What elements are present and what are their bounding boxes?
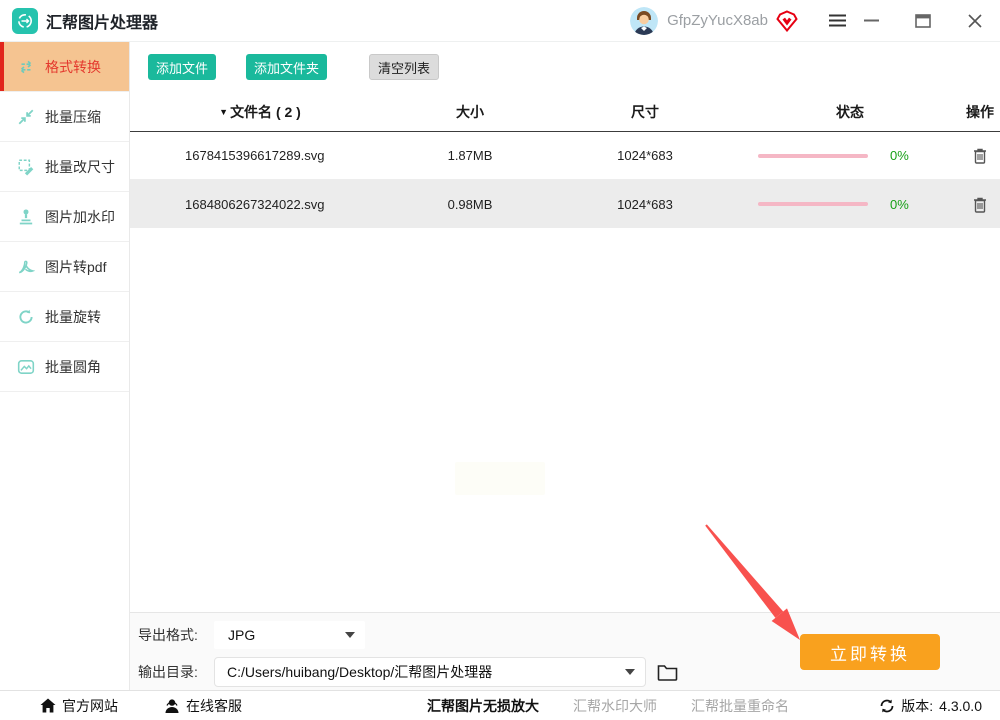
customer-service-icon xyxy=(164,698,180,714)
column-header-dimensions: 尺寸 xyxy=(631,103,659,120)
rounded-corner-icon xyxy=(17,358,35,376)
file-status: 0% xyxy=(740,148,960,163)
online-support-link[interactable]: 在线客服 xyxy=(164,696,242,716)
progress-bar xyxy=(758,153,868,158)
export-panel: 导出格式: JPG 输出目录: C:/Users/huibang/Desktop… xyxy=(130,612,1000,690)
maximize-button[interactable] xyxy=(906,6,940,36)
output-dir-label: 输出目录: xyxy=(138,664,198,680)
table-row: 1684806267324022.svg 0.98MB 1024*683 0% xyxy=(130,180,1000,228)
batch-compress-icon xyxy=(17,108,35,126)
sidebar-item-add-watermark[interactable]: 图片加水印 xyxy=(0,192,129,242)
browse-folder-icon[interactable] xyxy=(657,664,678,681)
convert-now-button[interactable]: 立即转换 xyxy=(800,634,940,670)
link-batch-rename[interactable]: 汇帮批量重命名 xyxy=(691,696,789,716)
rotate-icon xyxy=(17,308,35,326)
clear-list-button[interactable]: 清空列表 xyxy=(369,54,440,80)
app-title: 汇帮图片处理器 xyxy=(46,14,159,32)
column-header-status: 状态 xyxy=(836,103,864,120)
link-watermark-master[interactable]: 汇帮水印大师 xyxy=(573,696,657,716)
batch-resize-icon xyxy=(17,158,35,176)
link-lossless-upscale[interactable]: 汇帮图片无损放大 xyxy=(427,696,539,716)
chevron-down-icon xyxy=(345,632,355,638)
output-dir-select[interactable]: C:/Users/huibang/Desktop/汇帮图片处理器 xyxy=(214,657,646,687)
sort-desc-icon[interactable]: ▼ xyxy=(219,107,228,117)
export-format-value: JPG xyxy=(228,627,256,643)
sidebar-item-label: 批量压缩 xyxy=(45,108,101,125)
version-info: 版本: 4.3.0.0 xyxy=(879,696,982,716)
sidebar-item-label: 批量旋转 xyxy=(45,308,101,325)
file-status: 0% xyxy=(740,197,960,212)
export-format-select[interactable]: JPG xyxy=(214,621,365,649)
file-name: 1678415396617289.svg xyxy=(185,148,325,163)
vip-badge-icon[interactable] xyxy=(776,9,798,32)
progress-percent: 0% xyxy=(890,148,909,163)
column-header-size: 大小 xyxy=(456,103,484,120)
progress-percent: 0% xyxy=(890,196,909,212)
column-header-filename[interactable]: ▼ 文件名 ( 2 ) xyxy=(130,102,390,122)
sidebar-item-batch-resize[interactable]: 批量改尺寸 xyxy=(0,142,129,192)
version-value: 4.3.0.0 xyxy=(939,697,982,714)
sidebar-item-batch-rotate[interactable]: 批量旋转 xyxy=(0,292,129,342)
column-header-action: 操作 xyxy=(966,103,994,120)
delete-row-icon[interactable] xyxy=(972,196,988,213)
sidebar-item-label: 格式转换 xyxy=(45,58,101,75)
version-label: 版本: xyxy=(901,697,934,714)
chevron-down-icon xyxy=(625,669,635,675)
file-size: 0.98MB xyxy=(447,196,493,212)
fading-toast xyxy=(455,462,545,495)
app-logo-icon xyxy=(12,7,38,34)
sidebar-item-label: 图片转pdf xyxy=(45,258,107,275)
format-convert-icon xyxy=(17,58,35,76)
update-refresh-icon[interactable] xyxy=(879,698,895,714)
sidebar-item-image-to-pdf[interactable]: 图片转pdf xyxy=(0,242,129,292)
watermark-icon xyxy=(17,208,35,226)
user-avatar[interactable] xyxy=(630,6,659,35)
sidebar: 格式转换 批量压缩 批量改尺寸 图片加水印 图片转pdf 批量旋转 批量圆角 xyxy=(0,42,130,690)
main-panel: 添加文件 添加文件夹 清空列表 ▼ 文件名 ( 2 ) 大小 尺寸 状态 操作 … xyxy=(130,42,1000,612)
home-icon xyxy=(40,698,56,713)
minimize-button[interactable] xyxy=(854,6,888,36)
add-folder-button[interactable]: 添加文件夹 xyxy=(246,54,328,80)
title-bar: 汇帮图片处理器 GfpZyYucX8ab xyxy=(0,0,1000,42)
sidebar-item-label: 图片加水印 xyxy=(45,208,115,225)
toolbar: 添加文件 添加文件夹 清空列表 xyxy=(130,42,1000,92)
table-row: 1678415396617289.svg 1.87MB 1024*683 0% xyxy=(130,132,1000,180)
sidebar-item-label: 批量圆角 xyxy=(45,358,101,375)
file-size: 1.87MB xyxy=(447,148,493,163)
close-button[interactable] xyxy=(958,6,992,36)
pdf-icon xyxy=(17,258,35,276)
table-header: ▼ 文件名 ( 2 ) 大小 尺寸 状态 操作 xyxy=(130,92,1000,132)
export-format-label: 导出格式: xyxy=(138,627,198,643)
file-dimensions: 1024*683 xyxy=(617,196,673,212)
progress-bar xyxy=(758,202,868,206)
output-dir-value: C:/Users/huibang/Desktop/汇帮图片处理器 xyxy=(227,664,493,680)
status-bar: 官方网站 在线客服 汇帮图片无损放大 汇帮水印大师 汇帮批量重命名 版本: 4.… xyxy=(0,690,1000,720)
sidebar-item-batch-rounded[interactable]: 批量圆角 xyxy=(0,342,129,392)
official-site-link[interactable]: 官方网站 xyxy=(40,696,118,716)
file-dimensions: 1024*683 xyxy=(617,148,673,163)
sidebar-item-format-convert[interactable]: 格式转换 xyxy=(0,42,129,92)
delete-row-icon[interactable] xyxy=(972,147,988,164)
file-name: 1684806267324022.svg xyxy=(185,196,325,212)
username[interactable]: GfpZyYucX8ab xyxy=(667,12,768,29)
add-file-button[interactable]: 添加文件 xyxy=(148,54,217,80)
sidebar-item-label: 批量改尺寸 xyxy=(45,158,115,175)
menu-button[interactable] xyxy=(820,6,854,36)
sidebar-item-batch-compress[interactable]: 批量压缩 xyxy=(0,92,129,142)
